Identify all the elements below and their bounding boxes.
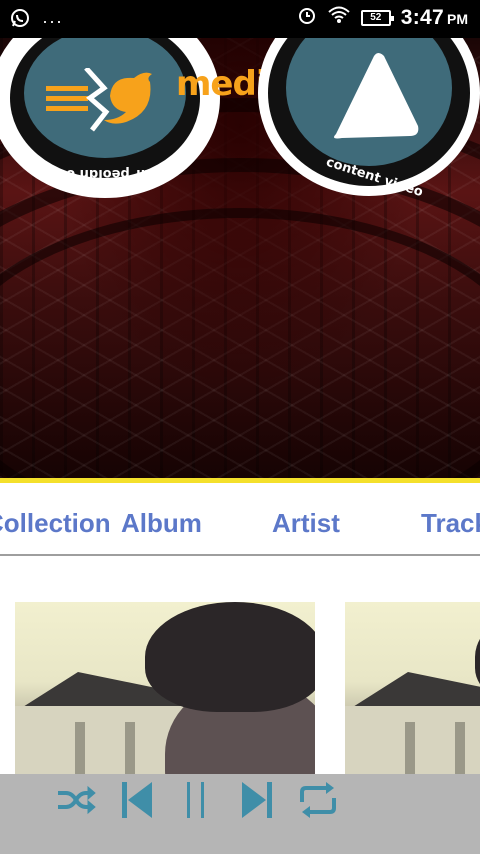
tab-album[interactable]: Album	[121, 508, 202, 539]
status-bar: ··· 52 3:47 PM	[0, 0, 480, 38]
album-grid	[0, 556, 480, 774]
tab-artist[interactable]: Artist	[272, 508, 340, 539]
banner-divider	[0, 478, 480, 483]
shuffle-icon[interactable]	[54, 778, 98, 822]
play-triangle-icon	[334, 53, 419, 139]
battery-level: 52	[370, 11, 382, 23]
clock: 3:47 PM	[401, 6, 468, 30]
header-banner-image: your peoldn ot media content video	[0, 38, 480, 478]
album-card[interactable]	[15, 602, 315, 774]
banner-arc	[0, 208, 480, 478]
wifi-icon	[327, 5, 351, 30]
more-dots-icon: ···	[42, 10, 63, 31]
category-tabs: Collection Album Artist Tracks	[0, 484, 480, 556]
left-ring-text: your peoldn ot	[60, 166, 168, 181]
pause-icon[interactable]	[174, 778, 218, 822]
tab-collection[interactable]: Collection	[0, 508, 111, 539]
repeat-icon[interactable]	[296, 778, 340, 822]
tab-tracks[interactable]: Tracks	[421, 508, 480, 539]
alarm-icon	[297, 5, 317, 30]
whatsapp-icon	[10, 8, 30, 33]
battery-icon: 52	[360, 9, 394, 26]
clock-ampm: PM	[447, 10, 468, 27]
previous-icon[interactable]	[114, 778, 158, 822]
next-icon[interactable]	[236, 778, 280, 822]
album-card[interactable]	[345, 602, 480, 774]
player-controls	[0, 774, 480, 854]
clock-time: 3:47	[400, 5, 444, 29]
